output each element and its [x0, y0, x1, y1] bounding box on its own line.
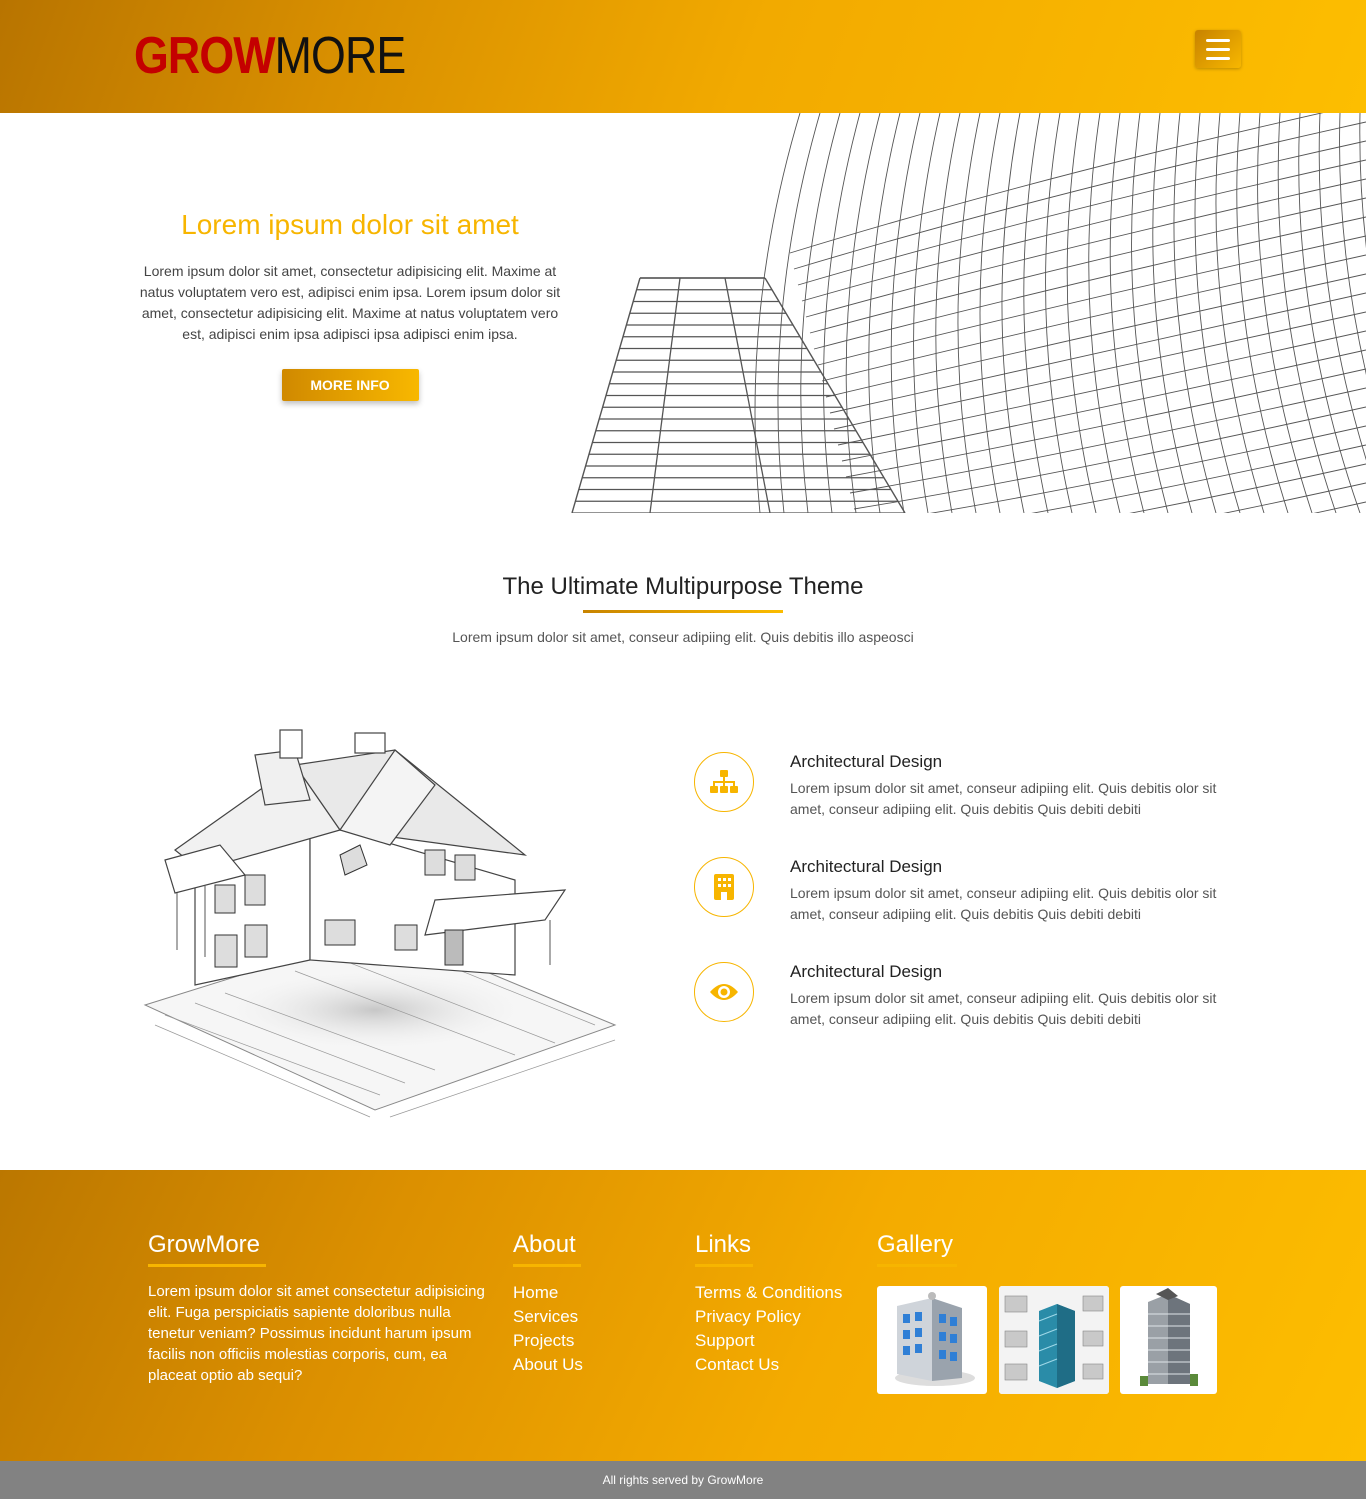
copyright-bar: All rights served by GrowMore — [0, 1461, 1366, 1499]
section-heading: The Ultimate Multipurpose Theme — [502, 573, 864, 600]
footer-brand-column: GrowMore Lorem ipsum dolor sit amet cons… — [148, 1230, 493, 1386]
feature-description: Lorem ipsum dolor sit amet, conseur adip… — [790, 885, 1217, 922]
footer-link-privacy[interactable]: Privacy Policy — [695, 1305, 842, 1329]
hero-banner: Lorem ipsum dolor sit amet Lorem ipsum d… — [0, 113, 1366, 513]
footer-link-terms[interactable]: Terms & Conditions — [695, 1281, 842, 1305]
footer-about-title: About — [513, 1231, 576, 1258]
footer-links-title: Links — [695, 1231, 752, 1258]
more-info-button[interactable]: MORE INFO — [281, 369, 419, 401]
hero-content: Lorem ipsum dolor sit amet Lorem ipsum d… — [130, 205, 570, 401]
gallery-thumbnail-isometric-tower[interactable] — [999, 1286, 1109, 1394]
hero-description: Lorem ipsum dolor sit amet, consectetur … — [139, 263, 561, 342]
footer-gallery-title: Gallery — [877, 1231, 954, 1258]
feature-item: Architectural Design Lorem ipsum dolor s… — [694, 752, 1254, 842]
footer-link-home[interactable]: Home — [513, 1281, 583, 1305]
footer-link-contact[interactable]: Contact Us — [695, 1353, 842, 1377]
logo-more-text: MORE — [274, 27, 407, 85]
heading-underline — [583, 610, 783, 613]
sitemap-icon — [694, 752, 754, 812]
site-logo[interactable]: GROWMORE — [134, 27, 407, 85]
footer-about-column: About Home Services Projects About Us — [513, 1230, 583, 1377]
footer-brand-text: Lorem ipsum dolor sit amet consectetur a… — [148, 1283, 485, 1384]
hamburger-menu-button[interactable] — [1195, 30, 1241, 68]
house-sketch-illustration — [143, 729, 617, 1118]
footer-gallery-column: Gallery — [877, 1230, 957, 1267]
footer-link-projects[interactable]: Projects — [513, 1329, 583, 1353]
hamburger-menu-icon-line — [1206, 38, 1230, 42]
feature-item: Architectural Design Lorem ipsum dolor s… — [694, 857, 1254, 947]
feature-title: Architectural Design — [790, 857, 943, 876]
site-footer: GrowMore Lorem ipsum dolor sit amet cons… — [0, 1170, 1366, 1461]
site-header: GROWMORE — [0, 0, 1366, 113]
eye-icon — [694, 962, 754, 1022]
hamburger-menu-icon-line — [1206, 47, 1230, 51]
footer-link-services[interactable]: Services — [513, 1305, 583, 1329]
heading-underline — [148, 1264, 266, 1267]
feature-description: Lorem ipsum dolor sit amet, conseur adip… — [790, 990, 1217, 1027]
gallery-thumbnail-office-building[interactable] — [877, 1286, 987, 1394]
footer-links-column: Links Terms & Conditions Privacy Policy … — [695, 1230, 842, 1377]
footer-link-about-us[interactable]: About Us — [513, 1353, 583, 1377]
footer-brand-title: GrowMore — [148, 1231, 261, 1258]
intro-section: The Ultimate Multipurpose Theme Lorem ip… — [0, 570, 1366, 645]
section-subtitle: Lorem ipsum dolor sit amet, conseur adip… — [452, 629, 914, 645]
heading-underline — [695, 1264, 753, 1267]
hamburger-menu-icon-line — [1206, 56, 1230, 60]
feature-title: Architectural Design — [790, 752, 943, 771]
heading-underline — [513, 1264, 581, 1267]
logo-grow-text: GROW — [134, 27, 275, 85]
building-icon — [694, 857, 754, 917]
footer-link-support[interactable]: Support — [695, 1329, 842, 1353]
feature-item: Architectural Design Lorem ipsum dolor s… — [694, 962, 1254, 1052]
heading-underline — [877, 1264, 957, 1267]
feature-description: Lorem ipsum dolor sit amet, conseur adip… — [790, 780, 1217, 817]
feature-title: Architectural Design — [790, 962, 943, 981]
hero-title: Lorem ipsum dolor sit amet — [181, 209, 519, 240]
gallery-thumbnail-skyscraper[interactable] — [1120, 1286, 1217, 1394]
